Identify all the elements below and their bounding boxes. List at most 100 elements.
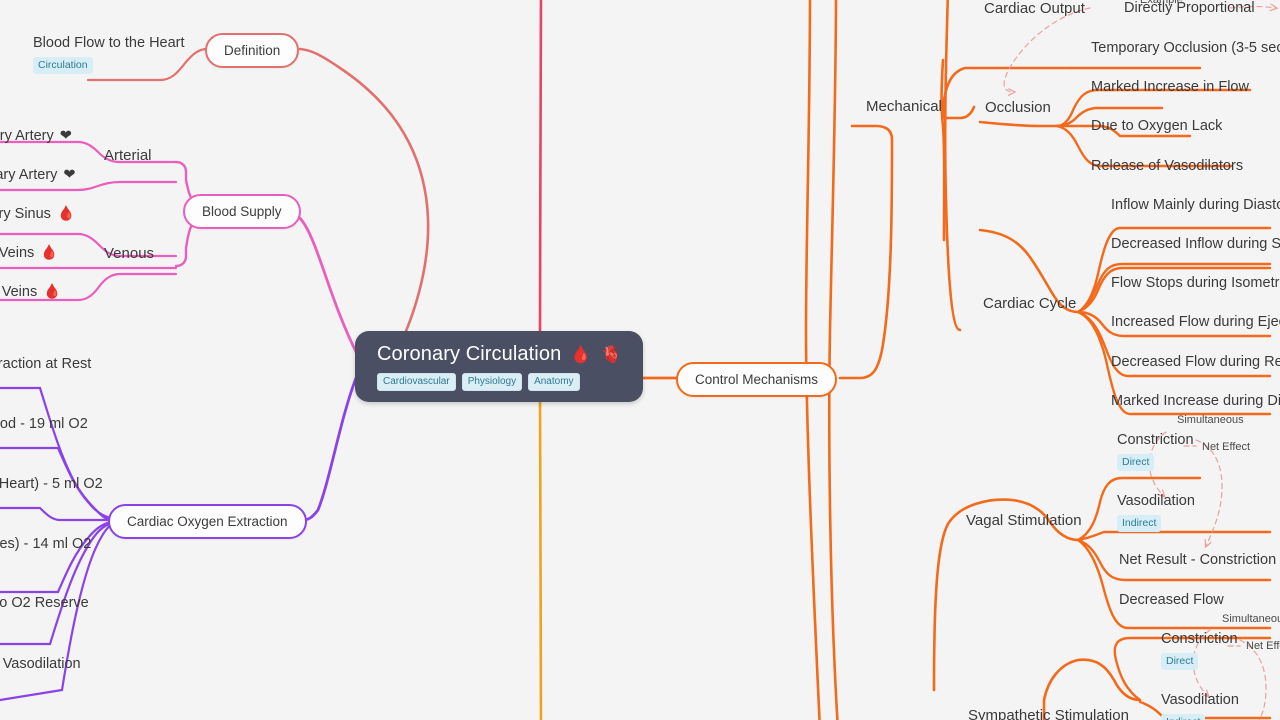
blood-drop-icon: 🩸: [570, 345, 592, 364]
node-cardiac-oxygen-extraction[interactable]: Cardiac Oxygen Extraction: [108, 504, 307, 539]
node-marked-increase-during-diastole-label: Marked Increase during Diastole: [1111, 393, 1280, 409]
node-venous[interactable]: Venous: [104, 245, 154, 262]
blood-drop-icon: 🩸: [56, 206, 75, 222]
node-left-coronary-artery-label: Left Coronary Artery: [0, 128, 54, 144]
node-marked-increase-in-flow-label: Marked Increase in Flow: [1091, 79, 1249, 95]
node-net-result-constriction[interactable]: Net Result - Constriction: [1119, 552, 1276, 569]
node-inflow-mainly-during-diastole[interactable]: Inflow Mainly during Diastole: [1111, 197, 1280, 214]
tag-direct: Direct: [1161, 652, 1199, 670]
node-blood-flow-to-the-heart[interactable]: Blood Flow to the Heart Circulation: [33, 35, 185, 74]
node-decreased-flow[interactable]: Decreased Flow: [1119, 592, 1224, 609]
node-thebesian-veins-label: Thebesian Veins: [0, 284, 38, 300]
node-increased-flow-during-ejection[interactable]: Increased Flow during Ejection: [1111, 314, 1280, 331]
tag-indirect: Indirect: [1161, 713, 1206, 720]
node-control-mechanisms-label: Control Mechanisms: [695, 372, 819, 387]
node-high-extraction-at-rest-label: High Extraction at Rest: [0, 356, 92, 372]
node-increased-flow-by-vasodilation[interactable]: Increased Flow by Vasodilation: [0, 656, 81, 673]
link-label-net-effect-vagal: Net Effect: [1202, 441, 1251, 453]
node-flow-stops-during-isometric-contraction[interactable]: Flow Stops during Isometric Contraction: [1111, 275, 1280, 292]
node-arterial-blood-19ml-label: Arterial Blood - 19 ml O2: [0, 416, 88, 432]
node-marked-increase-in-flow[interactable]: Marked Increase in Flow: [1091, 79, 1249, 96]
node-venous-label: Venous: [104, 245, 155, 262]
node-arterial[interactable]: Arterial: [104, 147, 152, 164]
node-decreased-inflow-during-systole-label: Decreased Inflow during Systole: [1111, 236, 1280, 252]
node-coronary-sinus-5ml-label: Coronary Sinus (Heart) - 5 ml O2: [0, 476, 103, 492]
node-cardiac-cycle-label: Cardiac Cycle: [983, 295, 1077, 312]
node-temporary-occlusion[interactable]: Temporary Occlusion (3-5 seconds): [1091, 40, 1280, 57]
node-coronary-sinus[interactable]: Coronary Sinus 🩸: [0, 206, 75, 223]
tag-anatomy: Anatomy: [528, 373, 580, 391]
node-vagal-stimulation[interactable]: Vagal Stimulation: [966, 512, 1082, 529]
central-node-title: Coronary Circulation 🩸 🫀: [377, 343, 625, 366]
node-thebesian-veins[interactable]: Thebesian Veins 🩸: [0, 284, 61, 301]
node-marked-increase-during-diastole[interactable]: Marked Increase during Diastole: [1111, 393, 1280, 410]
node-net-result-constriction-label: Net Result - Constriction: [1119, 552, 1277, 568]
node-little-to-no-o2-reserve-label: Little to No O2 Reserve: [0, 595, 89, 611]
node-occlusion[interactable]: Occlusion: [985, 99, 1051, 116]
node-cardiac-output[interactable]: Cardiac Output: [984, 0, 1085, 17]
node-coronary-sinus-label: Coronary Sinus: [0, 206, 51, 222]
node-mechanical[interactable]: Mechanical: [866, 98, 942, 115]
tag-circulation: Circulation: [33, 56, 93, 74]
node-decreased-flow-label: Decreased Flow: [1119, 592, 1224, 608]
node-release-of-vasodilators-label: Release of Vasodilators: [1091, 158, 1244, 174]
central-node[interactable]: Coronary Circulation 🩸 🫀 Cardiovascular …: [355, 331, 643, 402]
node-sympathetic-vasodilation-label: Vasodilation: [1161, 692, 1239, 708]
central-title-text: Coronary Circulation: [377, 343, 562, 365]
node-arterial-label: Arterial: [104, 147, 152, 164]
node-venous-blood-14ml-label: Venous Blood (Tissues) - 14 ml O2: [0, 536, 92, 552]
blood-drop-icon: 🩸: [40, 245, 59, 261]
node-sympathetic-constriction[interactable]: Constriction Direct: [1161, 631, 1238, 670]
node-coronary-sinus-5ml[interactable]: Coronary Sinus (Heart) - 5 ml O2: [0, 476, 103, 493]
node-blood-supply-label: Blood Supply: [202, 204, 282, 219]
node-vagal-constriction[interactable]: Constriction Direct: [1117, 432, 1194, 471]
node-blood-supply[interactable]: Blood Supply: [183, 194, 301, 229]
node-inflow-mainly-during-diastole-label: Inflow Mainly during Diastole: [1111, 197, 1280, 213]
node-temporary-occlusion-label: Temporary Occlusion (3-5 seconds): [1091, 40, 1280, 56]
node-definition[interactable]: Definition: [205, 33, 300, 68]
node-cardiac-oxygen-extraction-label: Cardiac Oxygen Extraction: [127, 514, 288, 529]
node-decreased-flow-during-reduced-ejection[interactable]: Decreased Flow during Reduced Ejection: [1111, 354, 1280, 371]
node-venous-blood-14ml[interactable]: Venous Blood (Tissues) - 14 ml O2: [0, 536, 91, 553]
blood-drop-icon: 🩸: [43, 284, 62, 300]
node-occlusion-label: Occlusion: [985, 99, 1051, 116]
node-decreased-inflow-during-systole[interactable]: Decreased Inflow during Systole: [1111, 236, 1280, 253]
node-vagal-stimulation-label: Vagal Stimulation: [966, 512, 1082, 529]
link-label-simultaneous-vagal: Simultaneous: [1177, 414, 1244, 426]
node-cardiac-cycle[interactable]: Cardiac Cycle: [983, 295, 1076, 312]
node-increased-flow-by-vasodilation-label: Increased Flow by Vasodilation: [0, 656, 81, 672]
link-label-net-effect-sympathetic: Net Effect: [1246, 640, 1280, 652]
heart-icon: ❤: [59, 128, 72, 144]
link-label-simultaneous-sympathetic: Simultaneous: [1222, 613, 1280, 625]
node-decreased-flow-during-reduced-ejection-label: Decreased Flow during Reduced Ejection: [1111, 354, 1280, 370]
node-anterior-cardiac-veins-label: Anterior Cardiac Veins: [0, 245, 35, 261]
node-flow-stops-during-isometric-contraction-label: Flow Stops during Isometric Contraction: [1111, 275, 1280, 291]
node-due-to-oxygen-lack-label: Due to Oxygen Lack: [1091, 118, 1223, 134]
node-anterior-cardiac-veins[interactable]: Anterior Cardiac Veins 🩸: [0, 245, 58, 262]
anatomical-heart-icon: 🫀: [600, 345, 622, 364]
node-definition-label: Definition: [224, 43, 281, 58]
node-left-coronary-artery[interactable]: Left Coronary Artery ❤: [0, 128, 72, 145]
tag-physiology: Physiology: [461, 373, 523, 391]
node-blood-flow-to-the-heart-label: Blood Flow to the Heart: [33, 35, 185, 51]
node-release-of-vasodilators[interactable]: Release of Vasodilators: [1091, 158, 1243, 175]
link-label-example: Example: [1140, 0, 1183, 6]
heart-icon: ❤: [63, 167, 76, 183]
node-control-mechanisms[interactable]: Control Mechanisms: [676, 362, 838, 397]
node-vagal-vasodilation-label: Vasodilation: [1117, 493, 1195, 509]
node-right-coronary-artery[interactable]: Right Coronary Artery ❤: [0, 167, 76, 184]
mindmap-canvas[interactable]: Coronary Circulation 🩸 🫀 Cardiovascular …: [0, 0, 1280, 720]
node-increased-flow-during-ejection-label: Increased Flow during Ejection: [1111, 314, 1280, 330]
node-sympathetic-stimulation[interactable]: Sympathetic Stimulation: [968, 707, 1129, 720]
node-vagal-vasodilation[interactable]: Vasodilation Indirect: [1117, 493, 1195, 532]
node-right-coronary-artery-label: Right Coronary Artery: [0, 167, 58, 183]
node-sympathetic-stimulation-label: Sympathetic Stimulation: [968, 707, 1129, 720]
node-sympathetic-vasodilation[interactable]: Vasodilation Indirect: [1161, 692, 1239, 720]
node-arterial-blood-19ml[interactable]: Arterial Blood - 19 ml O2: [0, 416, 88, 433]
node-due-to-oxygen-lack[interactable]: Due to Oxygen Lack: [1091, 118, 1222, 135]
node-high-extraction-at-rest[interactable]: High Extraction at Rest: [0, 356, 91, 373]
node-mechanical-label: Mechanical: [866, 98, 942, 115]
node-sympathetic-constriction-label: Constriction: [1161, 631, 1238, 647]
tag-direct: Direct: [1117, 453, 1155, 471]
node-little-to-no-o2-reserve[interactable]: Little to No O2 Reserve Oxygen: [0, 595, 89, 632]
